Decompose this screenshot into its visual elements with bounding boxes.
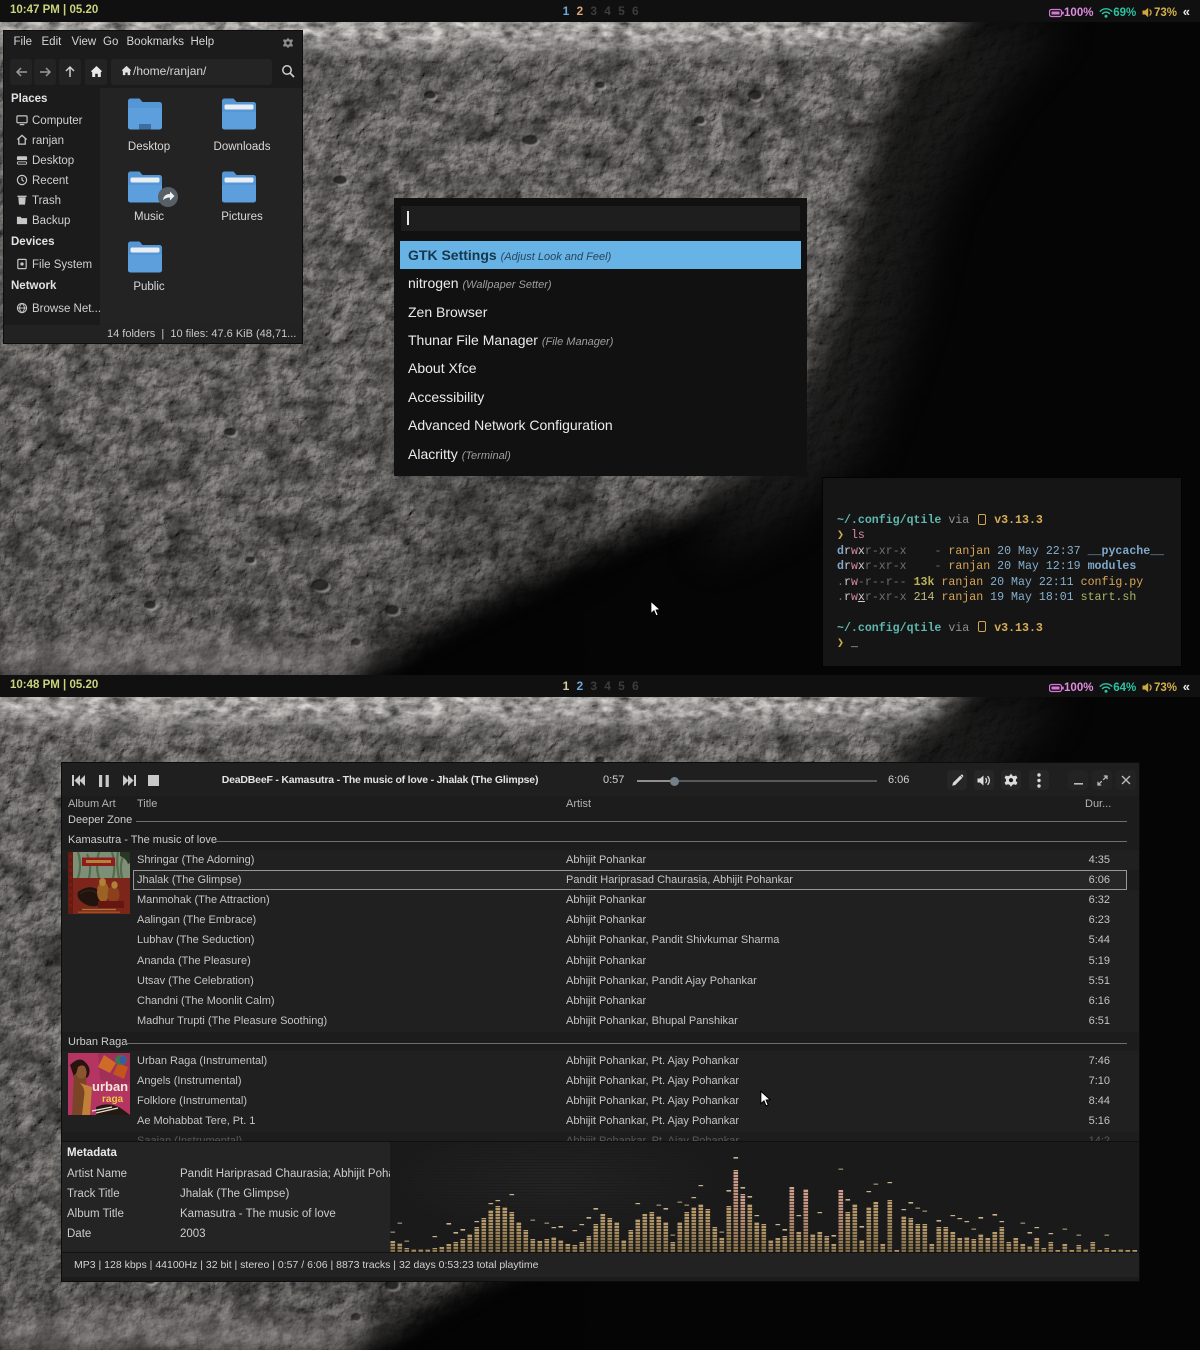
- svg-text:raga: raga: [102, 1094, 124, 1105]
- svg-text:urban: urban: [92, 1079, 128, 1094]
